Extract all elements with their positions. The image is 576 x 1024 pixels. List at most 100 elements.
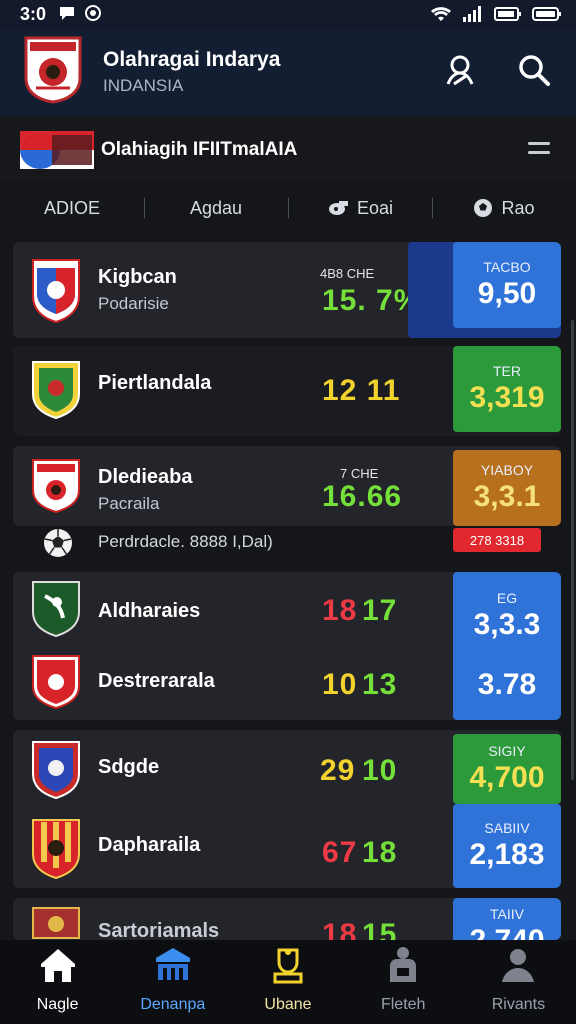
odds-value: 3,3.3 (473, 608, 541, 641)
match-score: 16.66 (322, 480, 403, 513)
stat-header: 7 CHE (340, 466, 379, 481)
team-crest-icon (32, 907, 80, 939)
team-name: Piertlandala (98, 372, 212, 394)
odds-label: YIABOY (480, 462, 534, 478)
scrollbar[interactable] (571, 320, 574, 780)
team-crest-icon (32, 819, 80, 880)
score-away: 15 (362, 918, 398, 940)
match-score: 15. 7% (322, 284, 422, 317)
app-subtitle: INDANSIA (103, 76, 184, 95)
status-time: 3:0 (20, 4, 47, 24)
nav-label: Fleteh (380, 996, 426, 1013)
score-away: 17 (362, 594, 398, 627)
stadium-icon (155, 948, 190, 980)
nav-trophy[interactable]: Ubane (230, 940, 345, 1024)
whistle-icon (328, 201, 348, 215)
odds-button[interactable]: YIABOY 3,3.1 (453, 450, 561, 526)
trophy-icon (273, 948, 303, 984)
stat-header: 4B8 CHE (320, 266, 375, 281)
filter-tab-2[interactable]: Agdau (144, 186, 288, 230)
profile-icon (502, 949, 535, 982)
status-badge: 278 3318 (453, 528, 541, 552)
team-subtitle: Podarisie (98, 294, 169, 313)
search-icon[interactable] (516, 52, 552, 88)
team-name: Aldharaies (98, 600, 201, 622)
nav-player[interactable]: Fleteh (346, 940, 461, 1024)
match-card[interactable]: Dledieaba Pacraila 7 CHE 16.66 YIABOY 3,… (13, 446, 561, 526)
app-title: Olahragai Indarya (103, 48, 281, 71)
odds-button[interactable]: TER 3,319 (453, 346, 561, 432)
score-home: 10 (322, 668, 358, 701)
match-card[interactable]: Aldharaies 18 17 Destrerarala 10 13 EG 3… (13, 572, 561, 720)
odds-value: 3.78 (477, 668, 537, 701)
league-bar[interactable]: Olahiagih IFIITmalAIA (0, 116, 576, 180)
odds-button[interactable]: TAIIV 2,740 (453, 898, 561, 940)
nav-label: Rivants (491, 996, 546, 1013)
odds-label: EG (496, 590, 518, 606)
signal-icon (463, 6, 481, 22)
odds-label: TER (493, 363, 521, 379)
league-flag-icon (20, 131, 94, 169)
odds-button[interactable]: TACBO 9,50 (453, 242, 561, 328)
filter-tab-label: Agdau (189, 197, 243, 218)
bottom-nav: Nagle Denanpa Ubane Fleteh Rivants (0, 940, 576, 1024)
battery-icon (494, 7, 521, 21)
score-home: 29 (320, 754, 356, 787)
team-crest-icon (32, 581, 80, 638)
score-home: 18 (322, 918, 358, 940)
player-icon (390, 947, 417, 982)
team-crest-icon (32, 259, 80, 324)
app-header: Olahragai Indarya INDANSIA (0, 30, 576, 116)
odds-value: 3,319 (469, 381, 545, 414)
nav-profile[interactable]: Rivants (461, 940, 576, 1024)
odds-value: 4,700 (469, 761, 545, 794)
team-name: Dapharaila (98, 834, 201, 856)
filter-tab-label: Rao (501, 197, 535, 218)
odds-button[interactable]: SABIIV 2,183 (453, 804, 561, 888)
score-home: 18 (322, 594, 358, 627)
score-home: 67 (322, 836, 358, 869)
soccer-ball-icon (44, 529, 72, 557)
filter-tab-3[interactable]: Eoai (288, 186, 432, 230)
app-logo-crest-icon[interactable] (24, 36, 82, 104)
odds-value: 2,740 (469, 924, 544, 940)
match-note-row: Perdrdacle. 8888 I,Dal) 278 3318 (40, 526, 541, 560)
filter-tab-4[interactable]: Rao (432, 186, 576, 230)
odds-button[interactable]: SIGIY 4,700 (453, 734, 561, 804)
match-card[interactable]: Kigbcan Podarisie 4B8 CHE 15. 7% TACBO 9… (13, 242, 561, 338)
nav-home[interactable]: Nagle (0, 940, 115, 1024)
odds-value: 3,3.1 (473, 480, 541, 513)
score-away: 10 (362, 754, 398, 787)
team-name: Dledieaba (98, 466, 193, 488)
status-right (430, 5, 562, 23)
team-name: Destrerarala (98, 670, 215, 692)
odds-button[interactable]: EG 3,3.3 3.78 (453, 572, 561, 720)
nav-stadium[interactable]: Denanpa (115, 940, 230, 1024)
match-card[interactable]: Piertlandala 12 11 TER 3,319 (13, 346, 561, 436)
filter-tabs: ADIOE Agdau Eoai Rao (0, 186, 576, 230)
filter-tab-label: ADIOE (43, 197, 100, 218)
team-name: Kigbcan (98, 266, 177, 288)
wifi-icon (431, 7, 451, 21)
battery-icon-2 (532, 7, 561, 21)
match-card[interactable]: Sdgde 29 10 Dapharaila 67 18 SIGIY 4,700… (13, 730, 561, 888)
user-location-icon[interactable] (442, 52, 478, 88)
score-away: 13 (362, 668, 398, 701)
odds-value: 9,50 (477, 277, 537, 310)
match-note-text: Perdrdacle. 8888 I,Dal) (98, 532, 273, 551)
status-left-icons (58, 4, 102, 22)
match-score: 12 11 (322, 374, 401, 407)
status-bar: 3:0 (0, 0, 576, 30)
home-icon (40, 949, 75, 982)
team-crest-icon (32, 361, 80, 420)
menu-icon[interactable] (528, 142, 550, 160)
nav-label: Ubane (264, 996, 312, 1013)
filter-tab-label: Eoai (356, 197, 394, 218)
match-card[interactable]: Sartoriamals 18 15 TAIIV 2,740 (13, 898, 561, 940)
odds-label: SIGIY (488, 743, 526, 759)
nav-label: Denanpa (140, 996, 206, 1013)
odds-label: SABIIV (484, 820, 530, 836)
filter-tab-1[interactable]: ADIOE (0, 186, 144, 230)
odds-label: TACBO (483, 259, 531, 275)
team-subtitle: Pacraila (98, 494, 160, 513)
